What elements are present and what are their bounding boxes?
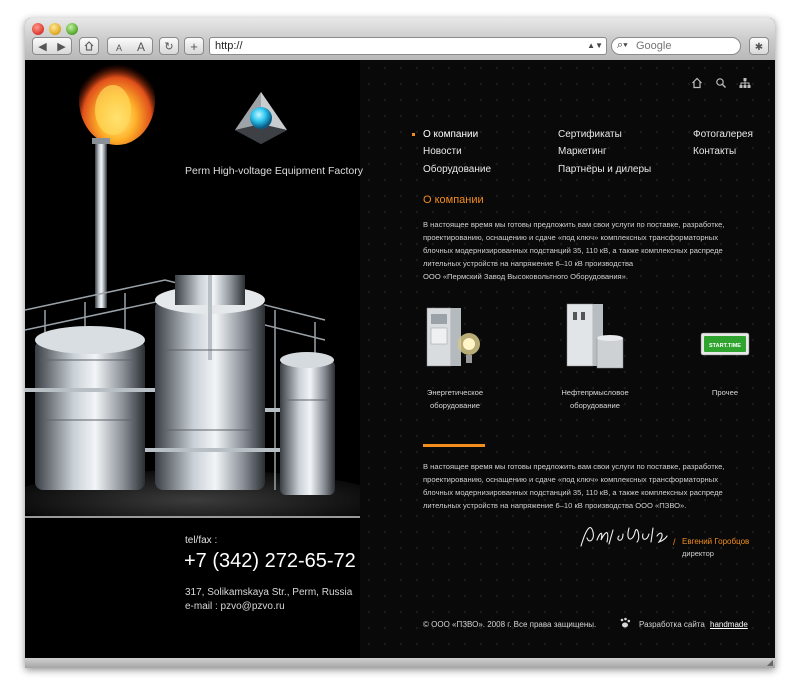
- close-window-button[interactable]: [32, 23, 44, 35]
- text-smaller-button[interactable]: A: [108, 39, 130, 57]
- product-caption: Энергетическое: [426, 388, 484, 397]
- home-button[interactable]: [79, 37, 99, 55]
- address-bar[interactable]: ▲▼: [209, 37, 607, 55]
- phone-number: +7 (342) 272-65-72: [184, 550, 356, 572]
- home-icon: [84, 41, 94, 51]
- director-paragraph-line: проектированию, оснащению и сдаче «под к…: [423, 475, 719, 484]
- director-paragraph-line: В настоящее время мы готовы предложить в…: [423, 462, 725, 471]
- developer-label: Разработка сайта: [639, 620, 705, 629]
- about-paragraph-line: проектированию, оснащению и сдаче «под к…: [423, 233, 719, 242]
- home-icon[interactable]: [691, 77, 703, 89]
- about-paragraph-line: блочных модернизированных подстанций 35,…: [423, 246, 723, 255]
- developer-link[interactable]: handmade: [710, 620, 748, 629]
- add-bookmark-button[interactable]: +: [184, 37, 204, 55]
- search-icon[interactable]: [715, 77, 727, 89]
- active-menu-bullet: [412, 133, 415, 136]
- product-caption: оборудование: [570, 401, 620, 410]
- paw-icon: [620, 617, 631, 628]
- browser-toolbar: ◀▶ AA ↻ + ▲▼ ⌕▾ ✱: [25, 18, 775, 61]
- director-title: директор: [682, 549, 714, 558]
- contact-label: tel/fax :: [185, 535, 218, 546]
- browser-status-bar: ◢: [25, 658, 775, 668]
- bug-report-button[interactable]: ✱: [749, 37, 769, 55]
- text-size-buttons: AA: [107, 37, 153, 55]
- company-name: Perm High-voltage Equipment Factory: [185, 165, 363, 177]
- resize-grip-icon[interactable]: ◢: [767, 658, 773, 667]
- reload-icon: ↻: [164, 41, 174, 53]
- zoom-window-button[interactable]: [66, 23, 78, 35]
- menu-item-certificates[interactable]: Сертификаты: [558, 129, 622, 140]
- reload-button[interactable]: ↻: [159, 37, 179, 55]
- search-input[interactable]: [636, 38, 736, 54]
- about-paragraph-line: В настоящее время мы готовы предложить в…: [423, 220, 725, 229]
- web-page: Perm High-voltage Equipment Factory tel/…: [25, 60, 775, 663]
- product-caption: Прочее: [711, 388, 739, 397]
- energy-equipment-image: [426, 307, 480, 367]
- left-panel: Perm High-voltage Equipment Factory tel/…: [25, 60, 363, 663]
- menu-item-partners[interactable]: Партнёры и дилеры: [558, 164, 651, 175]
- search-bar[interactable]: ⌕▾: [611, 37, 741, 55]
- orange-separator: [423, 444, 485, 447]
- text-larger-button[interactable]: A: [130, 38, 152, 56]
- director-paragraph-line: лительных устройств на напряжение 6–10 к…: [423, 501, 687, 510]
- menu-item-about[interactable]: О компании: [423, 129, 478, 140]
- signature-separator: /: [673, 537, 676, 547]
- email[interactable]: e-mail : pzvo@pzvo.ru: [185, 601, 285, 612]
- back-arrow-icon[interactable]: ◀: [33, 38, 52, 56]
- menu-item-news[interactable]: Новости: [423, 146, 462, 157]
- product-caption: оборудование: [430, 401, 480, 410]
- bug-icon: ✱: [754, 42, 764, 53]
- sitemap-icon[interactable]: [739, 77, 751, 89]
- back-forward-buttons: ◀ ▶: [32, 37, 72, 55]
- about-paragraph: В настоящее время мы готовы предложить в…: [423, 218, 755, 283]
- director-paragraph: В настоящее время мы готовы предложить в…: [423, 460, 755, 512]
- section-title: О компании: [423, 194, 484, 206]
- menu-item-equipment[interactable]: Оборудование: [423, 164, 491, 175]
- oilfield-equipment-image: [566, 303, 624, 369]
- other-product-image: START.TIME: [700, 332, 750, 356]
- director-signature: [580, 527, 668, 547]
- company-logo: [235, 92, 287, 144]
- about-paragraph-line: ООО «Пермский Завод Высоковольтного Обор…: [423, 272, 629, 281]
- forward-arrow-icon[interactable]: ▶: [52, 38, 71, 56]
- minimize-window-button[interactable]: [49, 23, 61, 35]
- copyright-text: © ООО «ПЗВО». 2008 г. Все права защищены…: [423, 620, 597, 629]
- browser-window: ◀▶ AA ↻ + ▲▼ ⌕▾ ✱: [25, 18, 775, 668]
- director-paragraph-line: блочных модернизированных подстанций 35,…: [423, 488, 723, 497]
- search-icon: ⌕▾: [617, 39, 628, 51]
- menu-item-contacts[interactable]: Контакты: [693, 146, 736, 157]
- product-badge: START.TIME: [709, 343, 741, 349]
- menu-item-gallery[interactable]: Фотогалерея: [693, 129, 753, 140]
- product-caption: Нефтепрмысловое: [561, 388, 629, 397]
- left-divider: [25, 516, 360, 518]
- url-input[interactable]: [210, 38, 585, 54]
- industrial-plant-image: [25, 60, 360, 516]
- address: 317, Solikamskaya Str., Perm, Russia: [185, 587, 353, 598]
- url-dropdown-icon[interactable]: ▲▼: [587, 41, 603, 50]
- menu-item-marketing[interactable]: Маркетинг: [558, 146, 607, 157]
- director-name: Евгений Горобцов: [682, 537, 750, 546]
- about-paragraph-line: лительных устройств на напряжение 6–10 к…: [423, 259, 634, 268]
